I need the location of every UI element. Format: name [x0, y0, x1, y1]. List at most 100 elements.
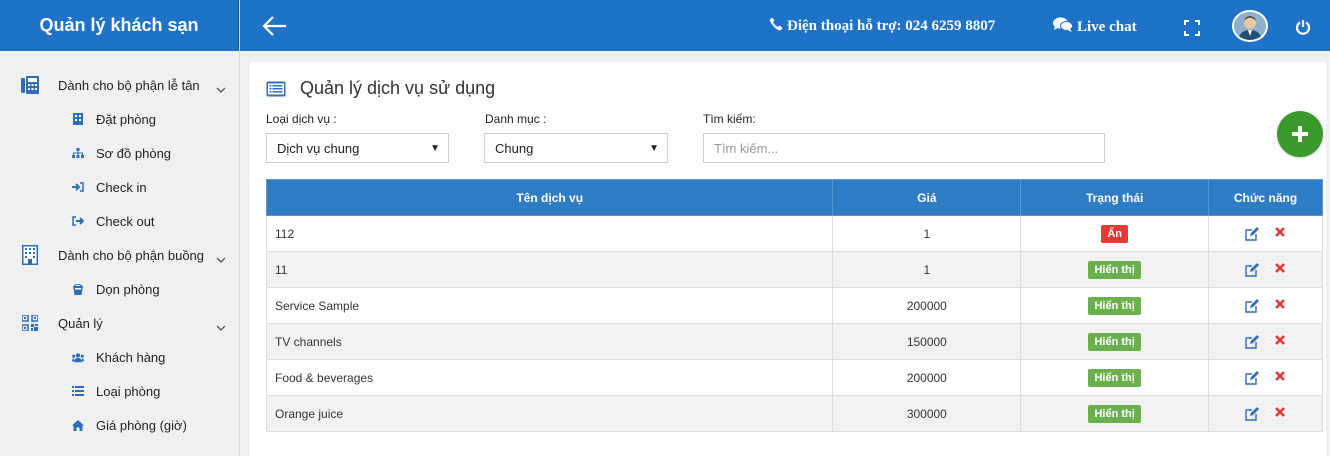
building-icon — [72, 113, 84, 125]
add-service-button[interactable] — [1277, 111, 1323, 157]
service-price-cell: 300000 — [832, 395, 1022, 432]
sidebar: Quản lý khách sạn Dành cho bộ phận lễ tâ… — [0, 0, 240, 456]
service-name-cell: 11 — [265, 251, 834, 288]
sidebar-group-label: Quản lý — [58, 315, 103, 331]
sidebar-item-room-types[interactable]: Loại phòng — [0, 374, 239, 408]
sitemap-icon — [72, 147, 84, 159]
actions-cell — [1208, 359, 1323, 396]
delete-icon[interactable] — [1272, 298, 1288, 314]
building-icon — [20, 245, 40, 265]
caret-down-icon: ▼ — [649, 143, 659, 154]
service-type-value: Dịch vụ chung — [277, 140, 360, 156]
support-hotline: Điện thoại hỗ trợ: 024 6259 8807 — [769, 17, 995, 36]
service-price-cell: 200000 — [832, 287, 1022, 324]
edit-icon[interactable] — [1244, 334, 1260, 350]
sidebar-item-room-map[interactable]: Sơ đồ phòng — [0, 136, 239, 170]
search-input[interactable] — [703, 133, 1105, 163]
category-value: Chung — [495, 140, 534, 156]
sidebar-item-label: Check in — [96, 179, 147, 195]
delete-icon[interactable] — [1272, 226, 1288, 242]
sidebar-item-label: Check out — [96, 213, 155, 229]
power-off-icon[interactable] — [1295, 19, 1311, 35]
status-badge[interactable]: Hiển thị — [1088, 296, 1141, 315]
status-badge[interactable]: Hiển thị — [1088, 368, 1141, 387]
column-header-actions: Chức năng — [1208, 179, 1323, 216]
plus-icon — [1292, 126, 1308, 142]
service-price-cell: 1 — [832, 251, 1022, 288]
delete-icon[interactable] — [1272, 334, 1288, 350]
sidebar-group-management[interactable]: Quản lý — [0, 306, 239, 340]
chevron-down-icon — [216, 318, 226, 336]
user-avatar[interactable] — [1232, 10, 1268, 42]
sidebar-item-customers[interactable]: Khách hàng — [0, 340, 239, 374]
column-header-status[interactable]: Trạng thái — [1020, 179, 1210, 216]
sidebar-group-reception[interactable]: Dành cho bộ phận lễ tân — [0, 68, 239, 102]
live-chat-button[interactable]: Live chat — [1053, 17, 1137, 37]
table-row[interactable]: Orange juice 300000 Hiển thị — [265, 395, 1323, 432]
back-arrow-icon[interactable] — [262, 15, 288, 37]
delete-icon[interactable] — [1272, 262, 1288, 278]
service-type-label: Loại dịch vụ : — [266, 112, 337, 126]
sidebar-item-hourly-prices[interactable]: Giá phòng (giờ) — [0, 408, 239, 442]
sidebar-item-check-in[interactable]: Check in — [0, 170, 239, 204]
edit-icon[interactable] — [1244, 262, 1260, 278]
sidebar-item-label: Khách hàng — [96, 349, 166, 365]
status-badge[interactable]: Ẩn — [1101, 224, 1128, 243]
service-name-cell: Service Sample — [265, 287, 834, 324]
service-name-cell: Orange juice — [265, 395, 834, 432]
service-name-cell: TV channels — [265, 323, 834, 360]
service-name-cell: 112 — [265, 215, 834, 252]
home-icon — [72, 419, 84, 431]
list-alt-icon — [266, 81, 286, 97]
sidebar-item-booking[interactable]: Đặt phòng — [0, 102, 239, 136]
edit-icon[interactable] — [1244, 406, 1260, 422]
status-badge[interactable]: Hiển thị — [1088, 332, 1141, 351]
delete-icon[interactable] — [1272, 370, 1288, 386]
table-row[interactable]: 112 1 Ẩn — [265, 215, 1323, 252]
list-icon — [72, 385, 84, 397]
table-row[interactable]: Service Sample 200000 Hiển thị — [265, 287, 1323, 324]
support-hotline-text: Điện thoại hỗ trợ: 024 6259 8807 — [787, 18, 996, 34]
edit-icon[interactable] — [1244, 370, 1260, 386]
table-row[interactable]: Food & beverages 200000 Hiển thị — [265, 359, 1323, 396]
sidebar-item-label: Sơ đồ phòng — [96, 145, 172, 161]
edit-icon[interactable] — [1244, 226, 1260, 242]
service-status-cell: Hiển thị — [1020, 323, 1210, 360]
category-select[interactable]: Chung ▼ — [484, 133, 668, 163]
service-price-cell: 1 — [832, 215, 1022, 252]
actions-cell — [1208, 215, 1323, 252]
search-label: Tìm kiếm: — [703, 112, 756, 126]
table-row[interactable]: TV channels 150000 Hiển thị — [265, 323, 1323, 360]
category-label: Danh mục : — [485, 112, 547, 126]
page-title: Quản lý dịch vụ sử dụng — [266, 78, 495, 99]
service-price-cell: 150000 — [832, 323, 1022, 360]
fullscreen-icon[interactable] — [1184, 20, 1200, 36]
service-type-select[interactable]: Dịch vụ chung ▼ — [266, 133, 449, 163]
column-header-price[interactable]: Giá — [832, 179, 1022, 216]
sidebar-item-label: Loại phòng — [96, 383, 161, 399]
actions-cell — [1208, 395, 1323, 432]
sidebar-group-housekeeping[interactable]: Dành cho bộ phận buồng — [0, 238, 239, 272]
top-header: Điện thoại hỗ trợ: 024 6259 8807 Live ch… — [240, 0, 1330, 51]
delete-icon[interactable] — [1272, 406, 1288, 422]
page-title-text: Quản lý dịch vụ sử dụng — [300, 78, 496, 98]
main-content: Quản lý dịch vụ sử dụng Loại dịch vụ : D… — [250, 62, 1326, 456]
sidebar-group-label: Dành cho bộ phận lễ tân — [58, 77, 200, 93]
table-row[interactable]: 11 1 Hiển thị — [265, 251, 1323, 288]
status-badge[interactable]: Hiển thị — [1088, 260, 1141, 279]
sign-out-icon — [72, 215, 84, 227]
users-icon — [72, 351, 84, 363]
sidebar-nav: Dành cho bộ phận lễ tân Đặt phòng Sơ đồ … — [0, 51, 239, 442]
status-badge[interactable]: Hiển thị — [1088, 404, 1141, 423]
service-name-cell: Food & beverages — [265, 359, 834, 396]
sidebar-item-label: Đặt phòng — [96, 111, 156, 127]
table-header-row: Tên dịch vụ Giá Trạng thái Chức năng — [265, 179, 1323, 216]
column-header-name[interactable]: Tên dịch vụ — [265, 179, 834, 216]
actions-cell — [1208, 251, 1323, 288]
service-status-cell: Hiển thị — [1020, 359, 1210, 396]
edit-icon[interactable] — [1244, 298, 1260, 314]
caret-down-icon: ▼ — [430, 143, 440, 154]
bucket-icon — [72, 283, 84, 295]
sidebar-item-check-out[interactable]: Check out — [0, 204, 239, 238]
sidebar-item-cleaning[interactable]: Dọn phòng — [0, 272, 239, 306]
